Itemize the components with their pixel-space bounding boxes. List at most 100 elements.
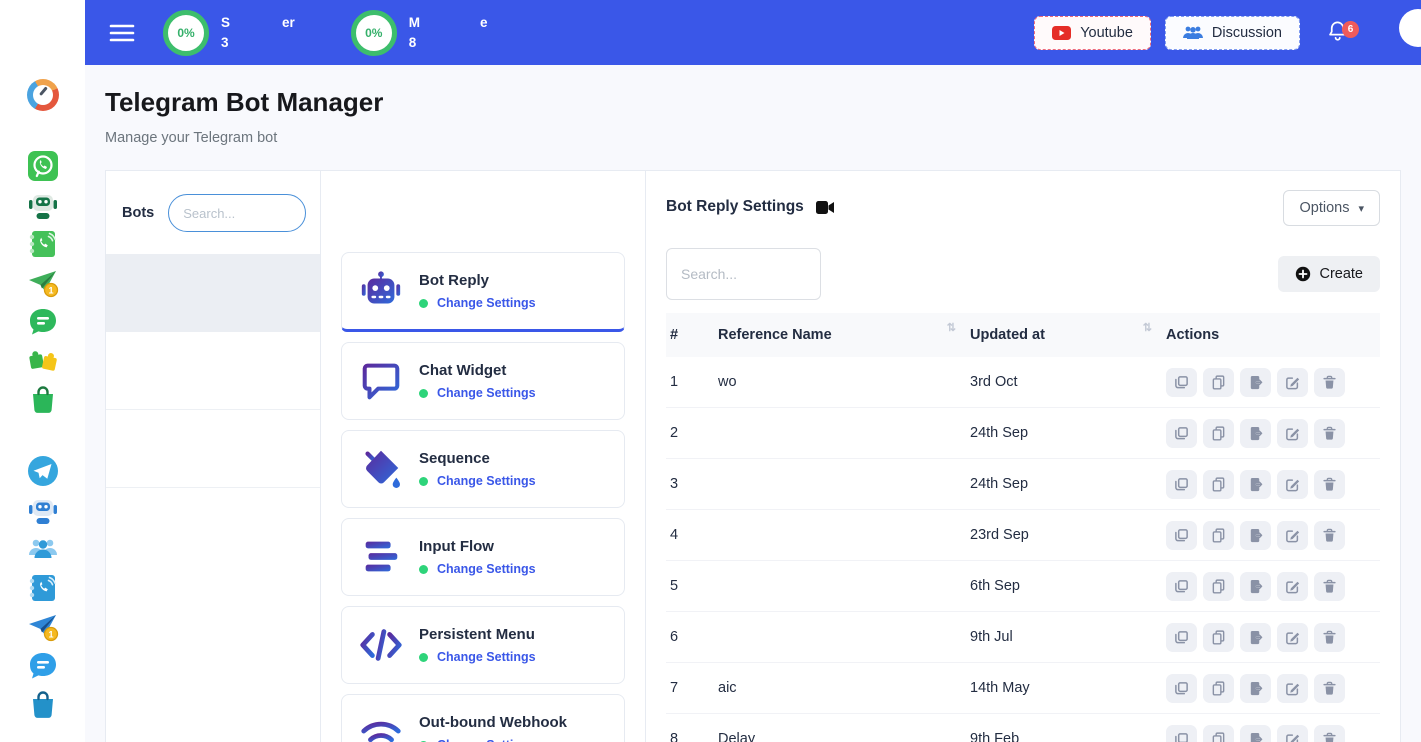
export-button[interactable]	[1240, 470, 1271, 499]
feature-card-input-flow[interactable]: Input Flow Change Settings	[341, 518, 625, 596]
table-row: 5 6th Sep	[666, 561, 1380, 612]
row-reference-name: wo	[718, 374, 970, 390]
edit-button[interactable]	[1277, 368, 1308, 397]
export-button[interactable]	[1240, 623, 1271, 652]
sort-icon[interactable]: ⇅	[1143, 323, 1152, 334]
notification-count-badge: 6	[1342, 21, 1359, 38]
delete-button[interactable]	[1314, 368, 1345, 397]
whatsapp-shop-icon[interactable]	[26, 383, 60, 417]
change-settings-link[interactable]: Change Settings	[419, 650, 536, 664]
whatsapp-broadcast-icon[interactable]: 1	[26, 266, 60, 300]
export-button[interactable]	[1240, 419, 1271, 448]
feature-card-persistent-menu[interactable]: Persistent Menu Change Settings	[341, 606, 625, 684]
bot-list-item-selected[interactable]	[106, 254, 320, 332]
copy-button[interactable]	[1166, 623, 1197, 652]
change-settings-link[interactable]: Change Settings	[419, 738, 567, 742]
telegram-broadcast-icon[interactable]: 1	[26, 610, 60, 644]
feature-card-outbound-webhook[interactable]: Out-bound Webhook Change Settings	[341, 694, 625, 742]
telegram-bot-icon[interactable]	[26, 493, 60, 527]
duplicate-button[interactable]	[1203, 368, 1234, 397]
change-settings-link[interactable]: Change Settings	[419, 562, 536, 576]
copy-button[interactable]	[1166, 521, 1197, 550]
duplicate-button[interactable]	[1203, 674, 1234, 703]
svg-text:1: 1	[48, 630, 53, 640]
main-area: 0% Ser 3 0% Me 8 Youtube	[85, 0, 1421, 742]
export-button[interactable]	[1240, 368, 1271, 397]
export-button[interactable]	[1240, 674, 1271, 703]
change-settings-link[interactable]: Change Settings	[419, 296, 536, 310]
bot-list-item[interactable]	[106, 332, 320, 410]
duplicate-button[interactable]	[1203, 572, 1234, 601]
status-dot	[419, 477, 428, 486]
duplicate-button[interactable]	[1203, 725, 1234, 742]
video-camera-icon[interactable]	[816, 201, 834, 214]
row-number: 2	[670, 425, 718, 441]
app-icon-rail: 1 1	[0, 0, 85, 742]
table-row: 3 24th Sep	[666, 459, 1380, 510]
export-button[interactable]	[1240, 725, 1271, 742]
bot-list-item[interactable]	[106, 410, 320, 488]
feature-card-sequence[interactable]: Sequence Change Settings	[341, 430, 625, 508]
sort-icon[interactable]: ⇅	[947, 323, 956, 334]
page-subtitle: Manage your Telegram bot	[105, 130, 1401, 146]
edit-button[interactable]	[1277, 674, 1308, 703]
export-button[interactable]	[1240, 521, 1271, 550]
telegram-icon[interactable]	[26, 454, 60, 488]
col-header-updated: Updated at	[970, 327, 1045, 343]
delete-button[interactable]	[1314, 725, 1345, 742]
export-button[interactable]	[1240, 572, 1271, 601]
sequence-paint-bucket-icon	[358, 446, 404, 492]
delete-button[interactable]	[1314, 470, 1345, 499]
row-updated-at: 6th Sep	[970, 578, 1166, 594]
whatsapp-icon[interactable]	[26, 149, 60, 183]
dashboard-gauge-icon[interactable]	[26, 78, 60, 112]
edit-button[interactable]	[1277, 419, 1308, 448]
table-search-input[interactable]	[666, 248, 821, 300]
edit-button[interactable]	[1277, 521, 1308, 550]
feature-title: Input Flow	[419, 538, 536, 555]
discussion-button[interactable]: Discussion	[1165, 16, 1300, 50]
change-settings-link[interactable]: Change Settings	[419, 474, 536, 488]
copy-button[interactable]	[1166, 470, 1197, 499]
delete-button[interactable]	[1314, 623, 1345, 652]
telegram-shop-icon[interactable]	[26, 688, 60, 722]
whatsapp-chat-icon[interactable]	[26, 305, 60, 339]
duplicate-button[interactable]	[1203, 470, 1234, 499]
notification-bell-button[interactable]: 6	[1326, 19, 1349, 46]
whatsapp-contacts-icon[interactable]	[26, 227, 60, 261]
copy-button[interactable]	[1166, 725, 1197, 742]
delete-button[interactable]	[1314, 572, 1345, 601]
telegram-group-icon[interactable]	[26, 532, 60, 566]
edit-button[interactable]	[1277, 725, 1308, 742]
options-dropdown-button[interactable]: Options ▾	[1283, 190, 1380, 226]
edit-button[interactable]	[1277, 572, 1308, 601]
edit-button[interactable]	[1277, 623, 1308, 652]
feature-card-bot-reply[interactable]: Bot Reply Change Settings	[341, 252, 625, 332]
change-settings-link[interactable]: Change Settings	[419, 386, 536, 400]
copy-button[interactable]	[1166, 419, 1197, 448]
feature-card-chat-widget[interactable]: Chat Widget Change Settings	[341, 342, 625, 420]
row-number: 6	[670, 629, 718, 645]
delete-button[interactable]	[1314, 419, 1345, 448]
copy-button[interactable]	[1166, 572, 1197, 601]
persistent-menu-code-icon	[358, 622, 404, 668]
table-row: 7 aic 14th May	[666, 663, 1380, 714]
duplicate-button[interactable]	[1203, 521, 1234, 550]
youtube-button[interactable]: Youtube	[1034, 16, 1151, 50]
telegram-contacts-icon[interactable]	[26, 571, 60, 605]
edit-button[interactable]	[1277, 470, 1308, 499]
delete-button[interactable]	[1314, 674, 1345, 703]
telegram-chat-icon[interactable]	[26, 649, 60, 683]
create-button[interactable]: Create	[1278, 256, 1380, 292]
integrations-puzzle-icon[interactable]	[26, 344, 60, 378]
duplicate-button[interactable]	[1203, 419, 1234, 448]
whatsapp-bot-icon[interactable]	[26, 188, 60, 222]
row-updated-at: 9th Jul	[970, 629, 1166, 645]
delete-button[interactable]	[1314, 521, 1345, 550]
copy-button[interactable]	[1166, 368, 1197, 397]
copy-button[interactable]	[1166, 674, 1197, 703]
duplicate-button[interactable]	[1203, 623, 1234, 652]
bots-search-input[interactable]	[168, 194, 306, 232]
hamburger-menu-button[interactable]	[109, 23, 135, 43]
avatar[interactable]	[1399, 9, 1421, 47]
